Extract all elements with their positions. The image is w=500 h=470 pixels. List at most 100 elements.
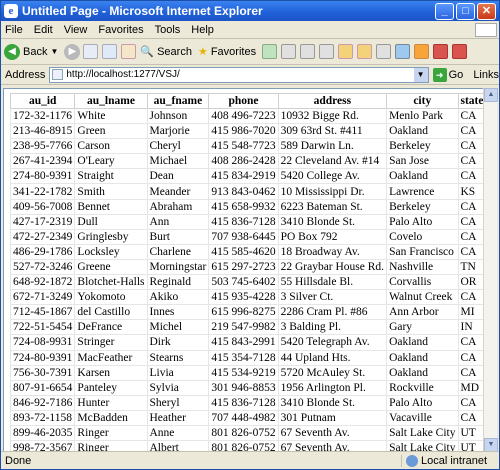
table-cell-state: CA: [457, 243, 485, 260]
table-cell-au_id: 274-80-9391: [9, 168, 76, 185]
search-button[interactable]: 🔍 Search: [140, 45, 192, 59]
table-cell-address: 309 63rd St. #411: [277, 123, 388, 140]
star-icon: ★: [197, 46, 208, 58]
page-icon: [52, 69, 64, 80]
table-cell-au_lname: Stringer: [74, 334, 148, 351]
table-cell-state: OR: [457, 274, 485, 291]
scroll-up-icon[interactable]: ▲: [484, 88, 498, 102]
table-cell-au_lname: Dull: [74, 213, 148, 230]
table-cell-city: Palo Alto: [386, 394, 459, 411]
favorites-button[interactable]: ★ Favorites: [197, 45, 256, 59]
address-value: http://localhost:1277/VSJ/: [66, 69, 180, 80]
table-cell-state: KS: [457, 183, 485, 200]
table-cell-city: Berkeley: [386, 138, 459, 155]
close-button[interactable]: ✕: [477, 2, 496, 20]
back-button[interactable]: ◀ Back ▼: [4, 43, 58, 60]
folder-icon[interactable]: [338, 44, 354, 59]
edit-icon[interactable]: [319, 44, 335, 59]
table-cell-city: Lawrence: [386, 183, 459, 200]
home-icon[interactable]: [121, 44, 137, 59]
table-cell-au_lname: Smith: [74, 183, 148, 200]
vertical-scrollbar[interactable]: ▲ ▼: [483, 88, 498, 452]
minimize-button[interactable]: _: [435, 2, 454, 20]
tools-icon[interactable]: [376, 44, 392, 59]
table-cell-au_id: 807-91-6654: [9, 379, 76, 396]
table-cell-phone: 408 496-7223: [208, 107, 279, 125]
table-cell-address: 22 Graybar House Rd.: [277, 258, 388, 276]
table-cell-au_fname: Sylvia: [146, 379, 210, 396]
table-body: 172-32-1176 White Johnson 408 496-7223 10932…: [9, 107, 485, 451]
table-cell-au_id: 893-72-1158: [9, 409, 76, 426]
table-cell-phone: 301 946-8853: [208, 379, 279, 396]
chevron-down-icon[interactable]: ▼: [413, 67, 428, 82]
table-cell-state: CA: [457, 364, 485, 381]
table-cell-city: Menlo Park: [386, 107, 459, 125]
table-cell-au_fname: Meander: [146, 183, 210, 200]
menu-edit[interactable]: Edit: [34, 24, 53, 36]
stop-icon[interactable]: [83, 44, 99, 59]
table-cell-phone: 415 534-9219: [208, 364, 279, 381]
menu-file[interactable]: File: [5, 24, 23, 36]
table-cell-au_fname: Dean: [146, 168, 210, 185]
table-cell-address: 5420 College Av.: [277, 168, 388, 185]
table-cell-address: 10 Mississippi Dr.: [277, 183, 388, 200]
messenger-icon[interactable]: [395, 44, 411, 59]
column-header-city: city: [386, 93, 459, 109]
table-cell-state: CA: [457, 198, 485, 215]
table-cell-phone: 801 826-0752: [208, 424, 279, 442]
search-icon: 🔍: [140, 46, 155, 58]
table-row: 722-51-5454 DeFrance Michel 219 547-9982 3 B…: [9, 319, 485, 336]
print-icon[interactable]: [300, 44, 316, 59]
address-label: Address: [5, 68, 46, 81]
table-cell-au_id: 899-46-2035: [9, 424, 76, 442]
table-cell-au_lname: MacFeather: [74, 349, 148, 366]
table-cell-phone: 503 745-6402: [208, 274, 279, 291]
menu-favorites[interactable]: Favorites: [98, 24, 143, 36]
history-icon[interactable]: [262, 44, 278, 59]
table-row: 341-22-1782 Smith Meander 913 843-0462 10 Mi…: [9, 183, 485, 200]
table-cell-phone: 415 548-7723: [208, 138, 279, 155]
mail-icon[interactable]: [281, 44, 297, 59]
refresh-icon[interactable]: [102, 44, 118, 59]
table-cell-city: Oakland: [386, 123, 459, 140]
links-button[interactable]: Links: [473, 69, 499, 81]
zone-indicator: Local intranet: [401, 454, 499, 467]
table-cell-phone: 415 843-2991: [208, 334, 279, 351]
table-cell-city: Rockville: [386, 379, 459, 396]
table-row: 893-72-1158 McBadden Heather 707 448-4982 30…: [9, 409, 485, 426]
forward-arrow-icon[interactable]: ▶: [64, 43, 81, 60]
go-button[interactable]: ➜ Go: [432, 67, 463, 82]
maximize-button[interactable]: □: [456, 2, 475, 20]
research-icon[interactable]: [433, 44, 449, 59]
table-cell-au_lname: Gringlesby: [74, 228, 148, 245]
address-input[interactable]: http://localhost:1277/VSJ/ ▼: [49, 66, 429, 83]
table-cell-au_fname: Cheryl: [146, 138, 210, 155]
status-text: Done: [5, 454, 32, 467]
table-cell-phone: 219 547-9982: [208, 319, 279, 336]
go-arrow-icon: ➜: [432, 67, 447, 82]
table-cell-state: CA: [457, 168, 485, 185]
table-cell-au_id: 213-46-8915: [9, 123, 76, 140]
menu-tools[interactable]: Tools: [155, 24, 181, 36]
table-cell-au_fname: Stearns: [146, 349, 210, 366]
table-cell-address: 2286 Cram Pl. #86: [277, 304, 388, 321]
table-cell-au_id: 648-92-1872: [9, 274, 76, 291]
folder-open-icon[interactable]: [357, 44, 373, 59]
table-cell-city: Salt Lake City: [386, 424, 459, 442]
scroll-down-icon[interactable]: ▼: [484, 438, 498, 452]
smiley-icon[interactable]: [414, 44, 430, 59]
table-row: 724-80-9391 MacFeather Stearns 415 354-7128…: [9, 349, 485, 366]
menu-help[interactable]: Help: [191, 24, 214, 36]
back-arrow-icon: ◀: [4, 43, 20, 60]
table-cell-au_id: 846-92-7186: [9, 394, 76, 411]
table-cell-au_lname: Panteley: [74, 379, 148, 396]
table-cell-address: 67 Seventh Av.: [277, 424, 388, 442]
globe-icon: [406, 454, 418, 467]
table-cell-au_id: 722-51-5454: [9, 319, 76, 336]
table-cell-state: CA: [457, 409, 485, 426]
menu-view[interactable]: View: [64, 24, 88, 36]
column-header-au_id: au_id: [9, 93, 76, 109]
table-cell-phone: 415 836-7128: [208, 213, 279, 230]
table-cell-address: 10932 Bigge Rd.: [277, 107, 388, 125]
discuss-icon[interactable]: [452, 44, 468, 59]
